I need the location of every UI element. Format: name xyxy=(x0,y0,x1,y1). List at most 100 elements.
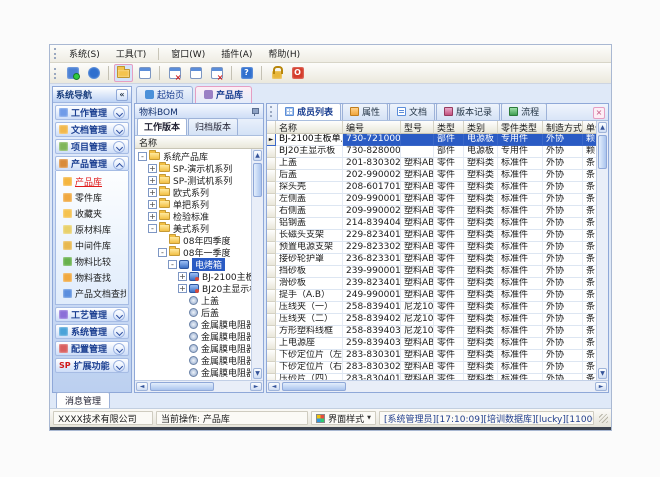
tree-node[interactable]: +欧式系列 xyxy=(135,186,251,198)
lock-button[interactable] xyxy=(267,64,286,82)
collapse-icon[interactable]: - xyxy=(168,260,177,269)
tree-column-header[interactable]: 名称 xyxy=(135,136,263,149)
table-row[interactable]: 下砂定位片（右）283-830302-00I塑料ABS零件塑料类标准件外协条 xyxy=(267,362,596,374)
tree-node[interactable]: 08年四季度 xyxy=(135,234,251,246)
scroll-track[interactable] xyxy=(347,381,594,392)
tab-document[interactable]: 文档 xyxy=(389,103,435,120)
menu-item[interactable]: 帮助(H) xyxy=(260,45,308,62)
close-window-button[interactable] xyxy=(207,64,226,82)
table-row[interactable]: 后盖202-990002-01I塑料ABS零件塑料类标准件外协条 xyxy=(267,170,596,182)
expand-icon[interactable]: + xyxy=(178,284,187,293)
column-header[interactable]: 类别 xyxy=(464,121,498,134)
collapse-icon[interactable]: - xyxy=(148,224,157,233)
table-horizontal-scrollbar[interactable]: ◄ ► xyxy=(267,380,608,392)
tree-node[interactable]: +SP-测试机系列 xyxy=(135,174,251,186)
scroll-thumb[interactable] xyxy=(282,382,346,391)
tab-grid[interactable]: 成员列表 xyxy=(277,103,341,120)
sidebar-item-part-library[interactable]: 零件库 xyxy=(58,191,126,204)
sidebar-item-product-doc-search[interactable]: 产品文档查找 xyxy=(58,287,126,300)
table-row[interactable]: 提手（A.B）249-990001-01I塑料ABS零件塑料类标准件外协条 xyxy=(267,290,596,302)
tree-node[interactable]: +BJ-2100主板单点 xyxy=(135,270,251,282)
column-header[interactable]: 制造方式 xyxy=(543,121,583,134)
cascade-window-button[interactable] xyxy=(186,64,205,82)
document-tab-product-library[interactable]: 产品库 xyxy=(195,86,252,103)
tree-node[interactable]: 金属膜电阻器 xyxy=(135,342,251,354)
tree-node[interactable]: -美式系列 xyxy=(135,222,251,234)
sidebar-item-material-search[interactable]: 物料查找 xyxy=(58,271,126,284)
sidebar-item-raw-material-library[interactable]: 原材料库 xyxy=(58,223,126,236)
message-tab[interactable]: 消息管理 xyxy=(56,392,110,408)
table-row[interactable]: 挡砂板239-990001-01I塑料ABS零件塑料类标准件外协条 xyxy=(267,266,596,278)
chevron-down-icon[interactable] xyxy=(113,343,125,355)
open-folder-button[interactable] xyxy=(114,64,133,82)
scroll-up-icon[interactable]: ▲ xyxy=(598,122,607,133)
help-button[interactable]: ? xyxy=(237,64,256,82)
resize-grip[interactable] xyxy=(599,414,608,423)
version-tab[interactable]: 归档版本 xyxy=(188,118,238,135)
table-row[interactable]: ►BJ-2100主板单点730-721000-12I部件电源板专用件外协颗 xyxy=(267,134,596,146)
table-row[interactable]: 方形塑料线框258-839403-00I尼龙1010零件塑料类标准件外协条 xyxy=(267,326,596,338)
scroll-thumb[interactable] xyxy=(598,135,607,169)
table-row[interactable]: 滑砂板239-823401-00I塑料ABS零件塑料类标准件外协条 xyxy=(267,278,596,290)
menu-item[interactable]: 窗口(W) xyxy=(163,45,213,62)
scroll-thumb[interactable] xyxy=(150,382,214,391)
table-row[interactable]: 铝钢盖214-839404-01I塑料ABS零件塑料类标准件外协条 xyxy=(267,218,596,230)
table-row[interactable]: 接砂轮护罩236-823301-00I塑料ABS零件塑料类标准件外协条 xyxy=(267,254,596,266)
sidebar-item-intermediate-library[interactable]: 中间件库 xyxy=(58,239,126,252)
tree-node[interactable]: -08年一季度 xyxy=(135,246,251,258)
scroll-track[interactable] xyxy=(597,170,608,367)
menu-item[interactable]: 插件(A) xyxy=(213,45,260,62)
sidebar-group-header-product-mgmt[interactable]: 产品管理 xyxy=(55,156,129,171)
table-row[interactable]: 下砂定位片（左）283-830301-00I塑料ABS零件塑料类标准件外协条 xyxy=(267,350,596,362)
tab-version[interactable]: 版本记录 xyxy=(436,103,500,120)
sidebar-group-header-extension[interactable]: SP扩展功能 xyxy=(55,358,129,373)
expand-icon[interactable]: + xyxy=(148,212,157,221)
tree-node[interactable]: +单把系列 xyxy=(135,198,251,210)
sidebar-collapse-button[interactable]: « xyxy=(116,89,128,101)
sidebar-group-header-doc-mgmt[interactable]: 文档管理 xyxy=(55,122,129,137)
table-vertical-scrollbar[interactable]: ▲ ▼ xyxy=(596,121,608,380)
sidebar-group-header-process-mgmt[interactable]: 工艺管理 xyxy=(55,307,129,322)
expand-icon[interactable]: + xyxy=(178,272,187,281)
scroll-down-icon[interactable]: ▼ xyxy=(598,368,607,379)
ui-style-button[interactable]: 界面样式 ▼ xyxy=(311,411,376,425)
chevron-down-icon[interactable] xyxy=(113,107,125,119)
table-row[interactable]: 左侧盖209-990001-01I塑料ABS零件塑料类标准件外协条 xyxy=(267,194,596,206)
sidebar-group-header-config-mgmt[interactable]: 配置管理 xyxy=(55,341,129,356)
tree-node[interactable]: -系统产品库 xyxy=(135,150,251,162)
tree-node[interactable]: +BJ20主显示板 xyxy=(135,282,251,294)
sidebar-item-material-compare[interactable]: 物料比较 xyxy=(58,255,126,268)
new-window-button[interactable] xyxy=(165,64,184,82)
column-header[interactable]: 型号 xyxy=(401,121,434,134)
pin-icon[interactable] xyxy=(251,107,259,116)
table-row[interactable]: 探头壳208-601701-01I塑料ABS零件塑料类标准件外协条 xyxy=(267,182,596,194)
column-header[interactable]: 名称 xyxy=(276,121,343,134)
chevron-up-icon[interactable] xyxy=(113,158,125,170)
column-header[interactable]: 单位 xyxy=(583,121,596,134)
column-header[interactable]: 零件类型 xyxy=(498,121,543,134)
tree-node[interactable]: 金属膜电阻器 xyxy=(135,354,251,366)
column-header[interactable]: 编号 xyxy=(343,121,401,134)
tab-strip-close-button[interactable]: × xyxy=(593,107,605,119)
expand-icon[interactable]: + xyxy=(148,176,157,185)
tree-node[interactable]: +检验标准 xyxy=(135,210,251,222)
exit-button[interactable]: O xyxy=(288,64,307,82)
scroll-track[interactable] xyxy=(252,198,263,367)
sidebar-item-product-library[interactable]: 产品库 xyxy=(58,175,126,188)
workspace-button[interactable] xyxy=(63,64,82,82)
scroll-down-icon[interactable]: ▼ xyxy=(253,368,262,379)
scroll-left-icon[interactable]: ◄ xyxy=(136,382,148,391)
sidebar-item-favorites[interactable]: 收藏夹 xyxy=(58,207,126,220)
tab-property[interactable]: 属性 xyxy=(342,103,388,120)
tree-node[interactable]: 金属膜电阻器 xyxy=(135,318,251,330)
scroll-right-icon[interactable]: ► xyxy=(250,382,262,391)
scroll-up-icon[interactable]: ▲ xyxy=(253,150,262,161)
table-row[interactable]: 预置电源支架229-823302-00I塑料ABS零件塑料类标准件外协条 xyxy=(267,242,596,254)
tree-vertical-scrollbar[interactable]: ▲ ▼ xyxy=(251,149,263,380)
table-row[interactable]: BJ20主显示板730-828000-04I部件电源板专用件外协颗 xyxy=(267,146,596,158)
sidebar-group-header-work-mgmt[interactable]: 工作管理 xyxy=(55,105,129,120)
tree-node[interactable]: -电烤箱 xyxy=(135,258,251,270)
table-row[interactable]: 长磁头支架229-823401-00I塑料ABS零件塑料类标准件外协条 xyxy=(267,230,596,242)
scroll-track[interactable] xyxy=(215,381,249,392)
table-row[interactable]: 上电源座259-839403-00I塑料ABS零件塑料类标准件外协条 xyxy=(267,338,596,350)
